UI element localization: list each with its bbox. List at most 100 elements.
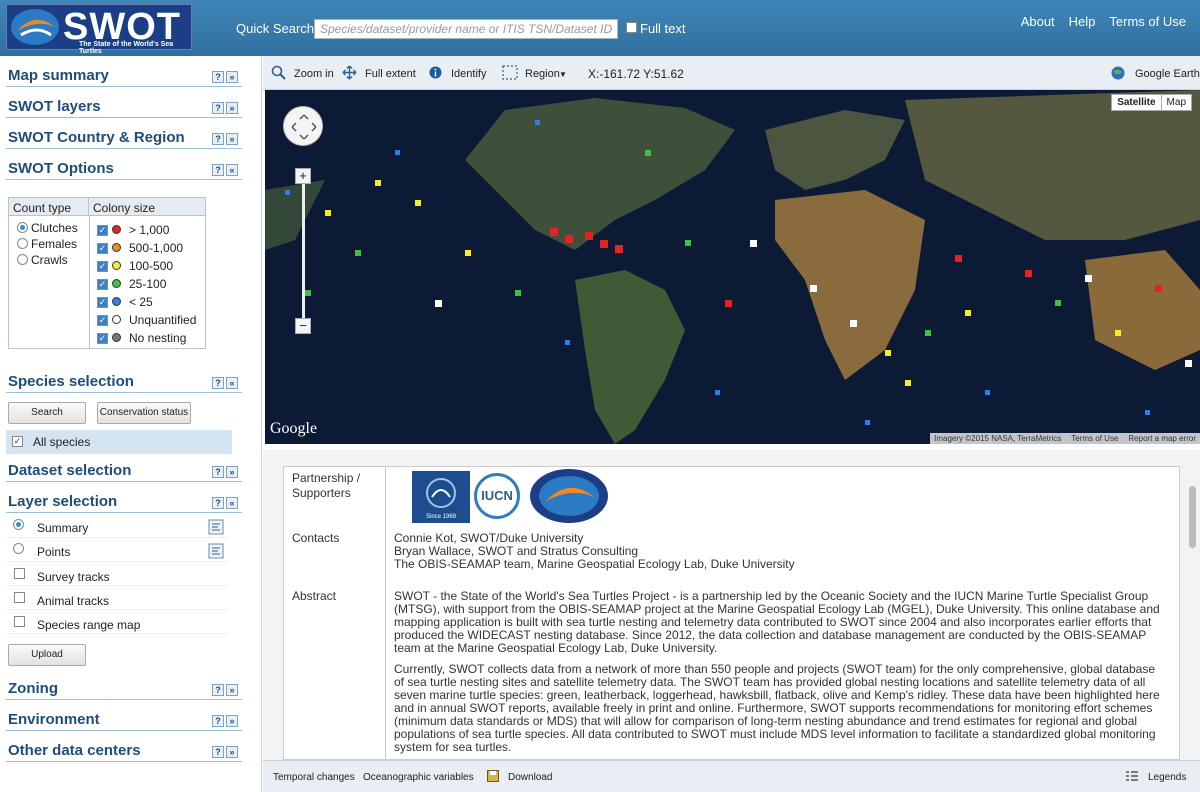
help-link[interactable]: Help xyxy=(1069,14,1096,29)
help-icon[interactable]: ? xyxy=(212,377,224,389)
world-map[interactable]: + − Satellite Map Google Imagery ©2015 N… xyxy=(265,90,1200,444)
all-species-checkbox[interactable]: ✓ xyxy=(12,436,23,447)
colony-size-checkbox[interactable]: ✓ xyxy=(97,261,108,272)
layer-row-animal-tracks[interactable]: Animal tracks xyxy=(6,588,228,610)
zoom-plus-button[interactable]: + xyxy=(295,168,311,184)
colony-size-checkbox[interactable]: ✓ xyxy=(97,315,108,326)
count-type-label: Clutches xyxy=(31,221,78,235)
expand-icon[interactable]: » xyxy=(226,715,238,727)
section-swot-country-region[interactable]: SWOT Country & Region ?» xyxy=(6,121,242,149)
help-icon[interactable]: ? xyxy=(212,71,224,83)
help-icon[interactable]: ? xyxy=(212,497,224,509)
conservation-status-button[interactable]: Conservation status xyxy=(97,402,191,424)
expand-icon[interactable]: » xyxy=(226,71,238,83)
map-toggle[interactable]: Map xyxy=(1160,95,1191,110)
expand-icon[interactable]: » xyxy=(226,102,238,114)
layer-summary-radio[interactable] xyxy=(13,519,24,530)
info-scrollbar[interactable] xyxy=(1189,486,1196,548)
zoom-slider-track[interactable] xyxy=(302,184,305,318)
layer-row-summary[interactable]: Summary xyxy=(6,516,228,538)
move-arrows-icon xyxy=(342,65,357,80)
section-swot-options[interactable]: SWOT Options ? « xyxy=(6,152,242,180)
region-tool[interactable] xyxy=(502,65,518,83)
section-species-selection[interactable]: Species selection ? « xyxy=(6,365,242,393)
section-swot-layers[interactable]: SWOT layers ?» xyxy=(6,90,242,118)
count-type-clutches-radio[interactable] xyxy=(17,222,28,233)
layer-animal-tracks-checkbox[interactable] xyxy=(14,592,25,603)
layer-species-range-checkbox[interactable] xyxy=(14,616,25,627)
map-terms-link[interactable]: Terms of Use xyxy=(1071,434,1118,443)
section-dataset-selection[interactable]: Dataset selection ?» xyxy=(6,454,242,482)
zoom-in-tool[interactable] xyxy=(271,65,286,83)
colony-size-checkbox[interactable]: ✓ xyxy=(97,243,108,254)
colony-size-checkbox[interactable]: ✓ xyxy=(97,279,108,290)
zoom-in-label[interactable]: Zoom in xyxy=(294,68,334,80)
layer-label: Summary xyxy=(37,521,89,535)
layer-row-survey-tracks[interactable]: Survey tracks xyxy=(6,564,228,586)
pan-control[interactable] xyxy=(283,106,323,146)
oceanographic-variables-button[interactable]: Oceanographic variables xyxy=(363,772,474,783)
turtle-emblem-icon xyxy=(7,5,63,49)
layer-points-radio[interactable] xyxy=(13,543,24,554)
expand-icon[interactable]: » xyxy=(226,466,238,478)
google-earth-label[interactable]: Google Earth xyxy=(1135,68,1200,80)
google-earth-tool[interactable] xyxy=(1111,66,1125,83)
terms-of-use-link[interactable]: Terms of Use xyxy=(1109,14,1186,29)
swot-small-logo xyxy=(530,469,608,523)
info-panel: Partnership / Supporters Since 1969 IUCN… xyxy=(263,450,1200,760)
upload-button[interactable]: Upload xyxy=(8,644,86,666)
quick-search-input[interactable] xyxy=(314,19,618,39)
expand-icon[interactable]: » xyxy=(226,133,238,145)
count-type-females-radio[interactable] xyxy=(17,238,28,249)
collapse-icon[interactable]: « xyxy=(226,497,238,509)
colony-size-dot xyxy=(112,315,121,324)
help-icon[interactable]: ? xyxy=(212,164,224,176)
colony-size-checkbox[interactable]: ✓ xyxy=(97,297,108,308)
layer-tool-icon[interactable] xyxy=(208,519,224,535)
about-link[interactable]: About xyxy=(1021,14,1055,29)
layer-tool-icon[interactable] xyxy=(208,543,224,559)
colony-size-label: 100-500 xyxy=(129,259,174,273)
zoom-minus-button[interactable]: − xyxy=(295,318,311,334)
colony-size-checkbox[interactable]: ✓ xyxy=(97,333,108,344)
swot-logo[interactable]: SWOT The State of the World's Sea Turtle… xyxy=(6,4,192,55)
save-icon[interactable] xyxy=(487,770,499,782)
download-button[interactable]: Download xyxy=(508,772,552,783)
satellite-toggle[interactable]: Satellite xyxy=(1112,95,1160,110)
identify-label[interactable]: Identify xyxy=(451,68,486,80)
all-species-row[interactable]: ✓ All species xyxy=(6,430,232,454)
expand-icon[interactable]: » xyxy=(226,684,238,696)
full-extent-label[interactable]: Full extent xyxy=(365,68,416,80)
full-text-checkbox[interactable] xyxy=(626,22,637,33)
layer-row-species-range-map[interactable]: Species range map xyxy=(6,612,228,634)
region-label[interactable]: Region xyxy=(525,68,560,80)
colony-size-checkbox[interactable]: ✓ xyxy=(97,225,108,236)
section-other-data-centers[interactable]: Other data centers ?» xyxy=(6,734,242,762)
species-search-button[interactable]: Search xyxy=(8,402,86,424)
help-icon[interactable]: ? xyxy=(212,746,224,758)
help-icon[interactable]: ? xyxy=(212,466,224,478)
layer-row-points[interactable]: Points xyxy=(6,540,228,562)
section-map-summary[interactable]: Map summary ?» xyxy=(6,59,242,87)
collapse-icon[interactable]: « xyxy=(226,164,238,176)
help-icon[interactable]: ? xyxy=(212,133,224,145)
section-title: SWOT layers xyxy=(8,98,101,115)
identify-tool[interactable] xyxy=(429,66,442,82)
contact-3[interactable]: The OBIS-SEAMAP team, Marine Geospatial … xyxy=(394,558,1164,571)
count-type-crawls-radio[interactable] xyxy=(17,254,28,265)
caret-down-icon[interactable]: ▼ xyxy=(559,70,567,79)
help-icon[interactable]: ? xyxy=(212,715,224,727)
legends-button[interactable]: Legends xyxy=(1148,772,1186,783)
help-icon[interactable]: ? xyxy=(212,102,224,114)
collapse-icon[interactable]: « xyxy=(226,377,238,389)
layer-survey-tracks-checkbox[interactable] xyxy=(14,568,25,579)
section-layer-selection[interactable]: Layer selection ? « xyxy=(6,485,242,513)
help-icon[interactable]: ? xyxy=(212,684,224,696)
section-zoning[interactable]: Zoning ?» xyxy=(6,672,242,700)
report-error-link[interactable]: Report a map error xyxy=(1128,434,1196,443)
expand-icon[interactable]: » xyxy=(226,746,238,758)
temporal-changes-button[interactable]: Temporal changes xyxy=(273,772,355,783)
full-extent-tool[interactable] xyxy=(342,65,357,83)
section-environment[interactable]: Environment ?» xyxy=(6,703,242,731)
legend-list-icon[interactable] xyxy=(1125,770,1139,784)
